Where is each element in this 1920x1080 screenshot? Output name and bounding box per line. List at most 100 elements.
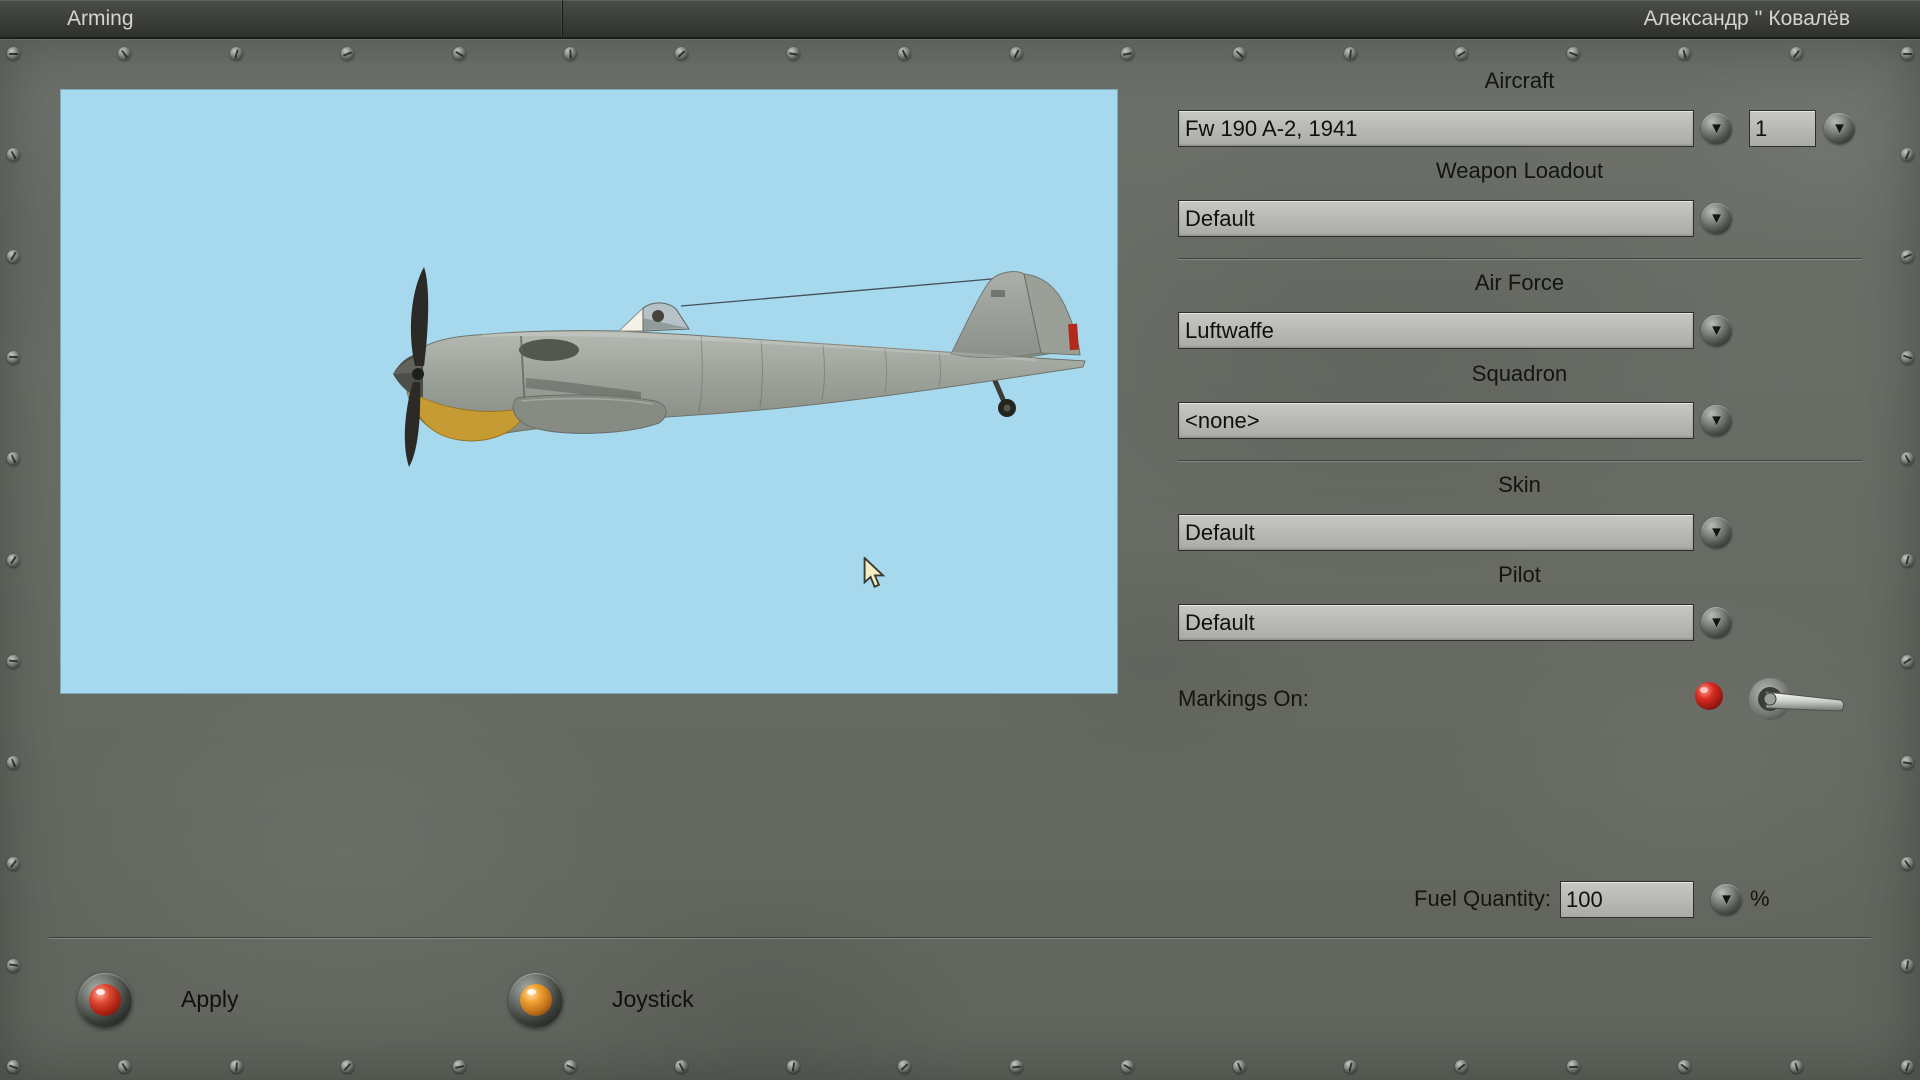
screw-icon bbox=[1455, 47, 1468, 60]
mouse-cursor bbox=[862, 557, 886, 589]
dropdown-arrow-icon: ▼ bbox=[1832, 121, 1847, 136]
screen-title: Arming bbox=[67, 7, 134, 31]
screw-icon bbox=[7, 148, 20, 161]
screw-icon bbox=[7, 554, 20, 567]
pilot-selected-value: Default bbox=[1185, 610, 1255, 636]
screw-icon bbox=[898, 47, 911, 60]
indicator-lamp-icon bbox=[1695, 682, 1723, 710]
skin-selected-value: Default bbox=[1185, 520, 1255, 546]
aircraft-dropdown-arrow-button[interactable]: ▼ bbox=[1701, 113, 1732, 144]
screw-icon bbox=[7, 47, 20, 60]
screw-icon bbox=[118, 1060, 131, 1073]
specular-highlight bbox=[527, 989, 536, 995]
specular-highlight bbox=[96, 989, 105, 995]
apply-label: Apply bbox=[181, 986, 239, 1013]
screw-icon bbox=[564, 47, 577, 60]
air-force-selected-value: Luftwaffe bbox=[1185, 318, 1274, 344]
dropdown-arrow-icon: ▼ bbox=[1709, 525, 1724, 540]
aircraft-dropdown[interactable]: Fw 190 A-2, 1941 bbox=[1178, 110, 1694, 147]
screw-icon bbox=[230, 47, 243, 60]
joystick-button[interactable] bbox=[509, 973, 563, 1027]
fuel-quantity-label: Fuel Quantity: bbox=[1178, 886, 1551, 912]
screw-icon bbox=[341, 47, 354, 60]
screw-icon bbox=[1455, 1060, 1468, 1073]
skin-arrow-button[interactable]: ▼ bbox=[1701, 517, 1732, 548]
screen-title-tab: Arming bbox=[0, 0, 563, 37]
screw-icon bbox=[1678, 1060, 1691, 1073]
screw-icon bbox=[230, 1060, 243, 1073]
screw-icon bbox=[7, 351, 20, 364]
screw-icon bbox=[7, 756, 20, 769]
fuel-quantity-input[interactable] bbox=[1560, 881, 1694, 918]
toggle-lever bbox=[1749, 678, 1844, 720]
screw-icon bbox=[1901, 959, 1914, 972]
screw-icon bbox=[1344, 1060, 1357, 1073]
aircraft-count-input[interactable] bbox=[1749, 110, 1816, 147]
section-divider bbox=[1178, 258, 1862, 259]
screw-icon bbox=[787, 47, 800, 60]
screw-icon bbox=[7, 250, 20, 263]
arming-panel: Aircraft Fw 190 A-2, 1941 ▼ ▼ Weapon Loa… bbox=[0, 39, 1920, 1080]
screw-icon bbox=[1121, 1060, 1134, 1073]
screw-icon bbox=[7, 452, 20, 465]
screw-icon bbox=[1678, 47, 1691, 60]
dropdown-arrow-icon: ▼ bbox=[1709, 211, 1724, 226]
screw-icon bbox=[7, 655, 20, 668]
fuel-quantity-arrow-button[interactable]: ▼ bbox=[1711, 884, 1742, 915]
aircraft-image bbox=[391, 260, 1091, 475]
dropdown-arrow-icon: ▼ bbox=[1709, 323, 1724, 338]
air-force-arrow-button[interactable]: ▼ bbox=[1701, 315, 1732, 346]
screw-icon bbox=[341, 1060, 354, 1073]
aircraft-label: Aircraft bbox=[1178, 68, 1861, 94]
screw-icon bbox=[453, 47, 466, 60]
aircraft-count-arrow-button[interactable]: ▼ bbox=[1824, 113, 1855, 144]
weapon-loadout-label: Weapon Loadout bbox=[1178, 158, 1861, 184]
player-name: Александр '' Ковалёв bbox=[1644, 0, 1850, 37]
screw-icon bbox=[787, 1060, 800, 1073]
pilot-arrow-button[interactable]: ▼ bbox=[1701, 607, 1732, 638]
air-force-dropdown[interactable]: Luftwaffe bbox=[1178, 312, 1694, 349]
screw-icon bbox=[675, 47, 688, 60]
screw-icon bbox=[1901, 554, 1914, 567]
screw-icon bbox=[564, 1060, 577, 1073]
dropdown-arrow-icon: ▼ bbox=[1709, 121, 1724, 136]
air-force-label: Air Force bbox=[1178, 270, 1861, 296]
markings-label: Markings On: bbox=[1178, 686, 1309, 712]
footer-divider bbox=[49, 937, 1871, 938]
screw-icon bbox=[7, 959, 20, 972]
screw-icon bbox=[1567, 47, 1580, 60]
markings-toggle[interactable] bbox=[1682, 668, 1857, 733]
joystick-label: Joystick bbox=[612, 986, 694, 1013]
screw-icon bbox=[1010, 47, 1023, 60]
squadron-label: Squadron bbox=[1178, 361, 1861, 387]
screw-icon bbox=[1344, 47, 1357, 60]
screw-icon bbox=[675, 1060, 688, 1073]
weapon-loadout-arrow-button[interactable]: ▼ bbox=[1701, 203, 1732, 234]
apply-button[interactable] bbox=[78, 973, 132, 1027]
screw-icon bbox=[1901, 148, 1914, 161]
screw-icon bbox=[1901, 47, 1914, 60]
skin-dropdown[interactable]: Default bbox=[1178, 514, 1694, 551]
screw-icon bbox=[1010, 1060, 1023, 1073]
screw-icon bbox=[1233, 1060, 1246, 1073]
screw-icon bbox=[118, 47, 131, 60]
section-divider bbox=[1178, 460, 1862, 461]
screw-icon bbox=[1901, 756, 1914, 769]
skin-label: Skin bbox=[1178, 472, 1861, 498]
screw-icon bbox=[1901, 1060, 1914, 1073]
dropdown-arrow-icon: ▼ bbox=[1719, 892, 1734, 907]
screw-icon bbox=[1901, 351, 1914, 364]
screw-icon bbox=[1567, 1060, 1580, 1073]
screw-icon bbox=[7, 1060, 20, 1073]
dropdown-arrow-icon: ▼ bbox=[1709, 413, 1724, 428]
aircraft-preview bbox=[60, 89, 1118, 694]
pilot-dropdown[interactable]: Default bbox=[1178, 604, 1694, 641]
weapon-loadout-dropdown[interactable]: Default bbox=[1178, 200, 1694, 237]
top-bar: Arming Александр '' Ковалёв bbox=[0, 0, 1920, 39]
joystick-button-lamp-icon bbox=[520, 984, 552, 1016]
squadron-dropdown[interactable]: <none> bbox=[1178, 402, 1694, 439]
dropdown-arrow-icon: ▼ bbox=[1709, 615, 1724, 630]
screw-icon bbox=[1121, 47, 1134, 60]
screw-icon bbox=[1790, 47, 1803, 60]
squadron-arrow-button[interactable]: ▼ bbox=[1701, 405, 1732, 436]
